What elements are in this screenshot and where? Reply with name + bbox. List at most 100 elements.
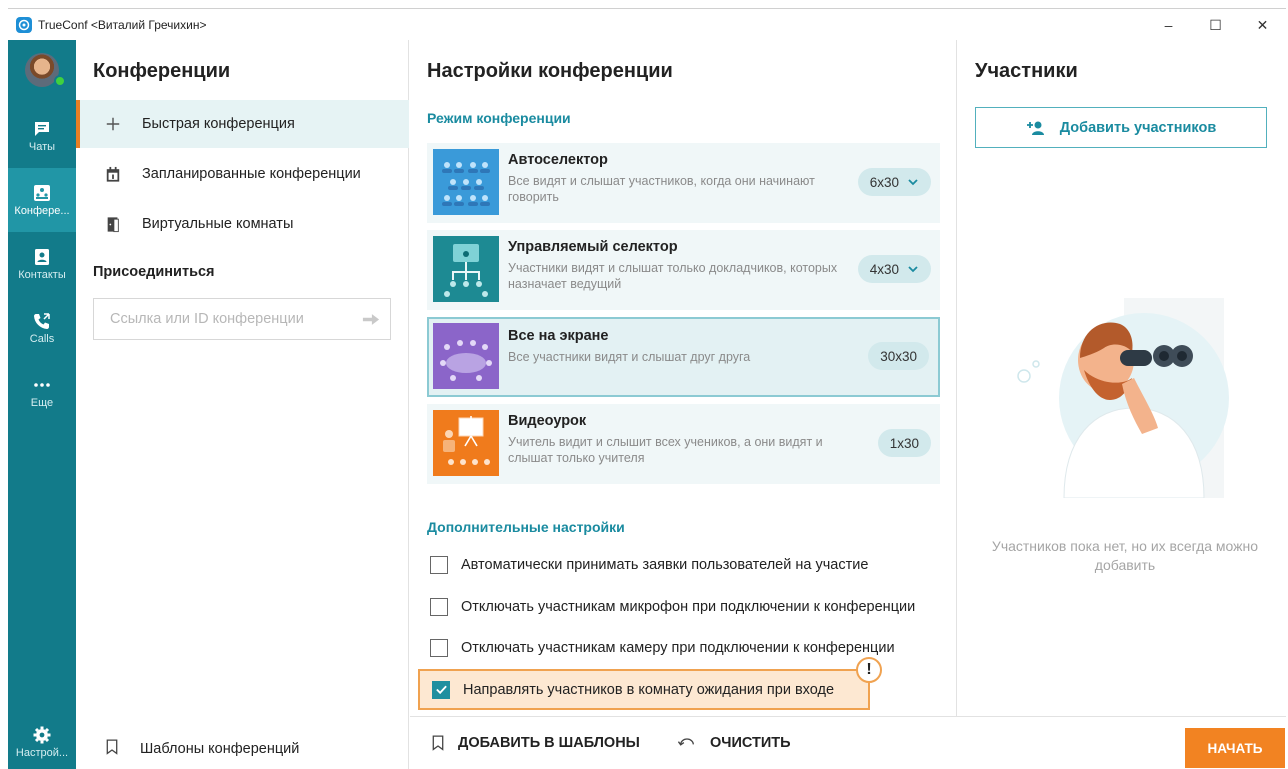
managed-selector-icon [433, 236, 499, 302]
mode-layout-value: 6x30 [869, 174, 899, 190]
empty-participants-text: Участников пока нет, но их всегда можно … [991, 538, 1259, 573]
online-status-icon [54, 75, 66, 87]
footer-toolbar: ДОБАВИТЬ В ШАБЛОНЫ ОЧИСТИТЬ НАЧАТЬ [410, 716, 1286, 769]
mode-name: Управляемый селектор [508, 239, 678, 255]
start-button[interactable]: НАЧАТЬ [1185, 728, 1285, 768]
rail-item-calls[interactable]: Calls [8, 296, 76, 360]
mode-description: Учитель видит и слышит всех учеников, а … [508, 435, 823, 465]
clear-label: ОЧИСТИТЬ [710, 735, 791, 751]
nav-rail: Чаты Конфере... Контакты Calls Еще Настр… [8, 40, 76, 769]
chat-icon [35, 121, 49, 136]
calls-icon [34, 312, 50, 329]
option-label: Направлять участников в комнату ожидания… [463, 681, 835, 698]
mode-layout-select[interactable]: 6x30 [857, 168, 931, 196]
title-bar: TrueConf <Виталий Гречихин> – ☐ ✕ [8, 8, 1286, 40]
arrow-right-icon[interactable] [352, 313, 390, 326]
checkbox[interactable] [430, 639, 448, 657]
conferences-title: Конференции [93, 60, 231, 82]
conference-templates-link[interactable]: Шаблоны конференций [76, 730, 299, 768]
mode-name: Видеоурок [508, 413, 587, 429]
chevron-down-icon [908, 266, 918, 273]
trueconf-logo-icon [16, 16, 32, 33]
conference-icon [34, 184, 50, 201]
menu-item-virtual-rooms[interactable]: Виртуальные комнаты [76, 200, 409, 248]
join-label: Присоединиться [93, 264, 215, 280]
mode-description: Участники видят и слышат только докладчи… [508, 261, 838, 291]
participants-title: Участники [975, 60, 1078, 82]
more-icon [34, 382, 50, 387]
option-label: Автоматически принимать заявки пользоват… [461, 557, 869, 573]
rail-item-label: Настрой... [15, 746, 69, 759]
mode-name: Автоселектор [508, 152, 608, 168]
mode-layout-value: 30x30 [868, 342, 929, 370]
option-auto-accept[interactable]: Автоматически принимать заявки пользоват… [427, 547, 868, 583]
rail-item-contacts[interactable]: Контакты [8, 232, 76, 296]
undo-icon [678, 737, 694, 746]
mode-layout-value: 1x30 [877, 429, 931, 457]
add-participants-button[interactable]: Добавить участников [975, 107, 1267, 148]
menu-item-scheduled-conferences[interactable]: Запланированные конференции [76, 150, 409, 198]
warning-icon: ! [856, 657, 882, 683]
add-participants-label: Добавить участников [1059, 119, 1217, 136]
close-button[interactable]: ✕ [1239, 9, 1286, 41]
mode-description: Все участники видят и слышат друг друга [508, 350, 751, 364]
rail-item-more[interactable]: Еще [8, 360, 76, 424]
rail-item-chats[interactable]: Чаты [8, 104, 76, 168]
option-label: Отключать участникам камеру при подключе… [461, 640, 895, 656]
checkbox[interactable] [430, 598, 448, 616]
all-on-screen-icon [433, 323, 499, 389]
option-label: Отключать участникам микрофон при подклю… [461, 599, 916, 615]
mode-layout-value: 4x30 [869, 261, 899, 277]
templates-label: Шаблоны конференций [140, 741, 300, 757]
participants-panel: Участники Добавить участников Участников… [958, 40, 1286, 716]
empty-participants-illustration [1017, 298, 1229, 498]
gear-icon [33, 726, 51, 743]
calendar-icon [104, 165, 122, 183]
contacts-icon [35, 248, 49, 265]
mode-card-all-on-screen[interactable]: Все на экране Все участники видят и слыш… [427, 317, 940, 397]
window-controls: – ☐ ✕ [1145, 9, 1286, 41]
mode-card-autoselector[interactable]: Автоселектор Все видят и слышат участник… [427, 143, 940, 223]
checkbox[interactable] [430, 556, 448, 574]
option-waiting-room[interactable]: Направлять участников в комнату ожидания… [418, 657, 882, 710]
settings-title: Настройки конференции [427, 60, 673, 82]
bookmark-icon [106, 739, 118, 759]
conference-settings-panel: Настройки конференции Режим конференции … [410, 40, 957, 716]
clear-button[interactable]: ОЧИСТИТЬ [678, 717, 791, 769]
rail-item-label: Конфере... [14, 204, 70, 217]
minimize-button[interactable]: – [1145, 9, 1192, 41]
window-title: TrueConf <Виталий Гречихин> [38, 17, 207, 32]
option-mute-microphone[interactable]: Отключать участникам микрофон при подклю… [427, 589, 915, 625]
rail-item-label: Еще [30, 396, 54, 409]
mode-name: Все на экране [508, 328, 609, 344]
add-to-templates-button[interactable]: ДОБАВИТЬ В ШАБЛОНЫ [432, 717, 640, 769]
add-to-templates-label: ДОБАВИТЬ В ШАБЛОНЫ [458, 735, 640, 751]
rail-item-label: Контакты [18, 268, 66, 281]
menu-item-quick-conference[interactable]: Быстрая конференция [76, 100, 409, 148]
chevron-down-icon [908, 179, 918, 186]
video-lesson-icon [433, 410, 499, 476]
maximize-button[interactable]: ☐ [1192, 9, 1239, 41]
rail-item-label: Чаты [28, 140, 56, 153]
option-disable-camera[interactable]: Отключать участникам камеру при подключе… [427, 630, 895, 666]
conference-id-input[interactable] [94, 299, 352, 339]
mode-section-title: Режим конференции [427, 110, 571, 126]
conferences-panel: Конференции Быстрая конференция Запланир… [76, 40, 409, 769]
rail-item-settings[interactable]: Настрой... [8, 710, 76, 769]
bookmark-icon [432, 735, 444, 751]
menu-item-label: Быстрая конференция [142, 116, 295, 132]
mode-description: Все видят и слышат участников, когда они… [508, 174, 815, 204]
autoselector-icon [433, 149, 499, 215]
rail-item-label: Calls [29, 332, 55, 345]
mode-layout-select[interactable]: 4x30 [857, 255, 931, 283]
checkmark-icon [435, 685, 447, 695]
add-user-icon [1026, 121, 1044, 135]
mode-card-managed-selector[interactable]: Управляемый селектор Участники видят и с… [427, 230, 940, 310]
plus-icon [104, 115, 122, 133]
checkbox-checked[interactable] [432, 680, 450, 699]
conference-id-field [93, 298, 391, 340]
menu-item-label: Виртуальные комнаты [142, 216, 294, 232]
mode-card-video-lesson[interactable]: Видеоурок Учитель видит и слышит всех уч… [427, 404, 940, 484]
door-icon [104, 215, 122, 233]
rail-item-conferences[interactable]: Конфере... [8, 168, 76, 232]
